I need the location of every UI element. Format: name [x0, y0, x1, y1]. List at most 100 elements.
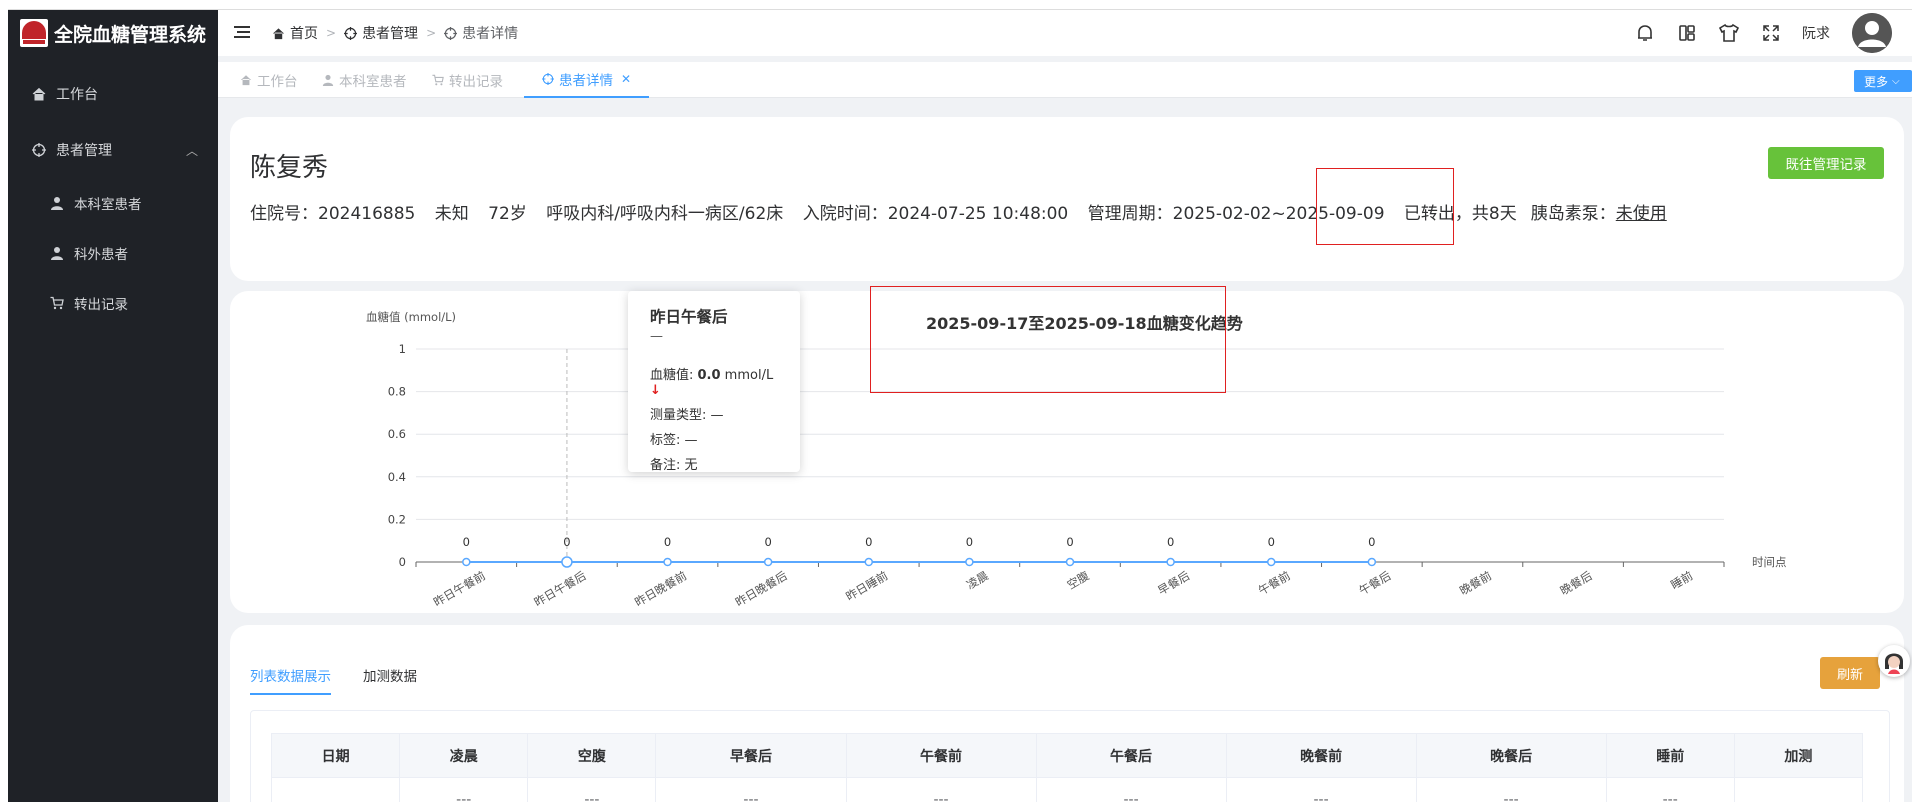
sidebar-item-department-patients[interactable]: 本科室患者	[8, 178, 218, 228]
gender: 未知	[434, 204, 469, 224]
refresh-button[interactable]: 刷新	[1820, 657, 1880, 689]
column-header[interactable]: 空腹	[527, 733, 657, 778]
tab-list-data[interactable]: 列表数据展示	[250, 665, 331, 695]
tab-transfer-records[interactable]: 转出记录	[432, 62, 503, 98]
data-point	[763, 557, 773, 567]
username[interactable]: 阮求	[1802, 23, 1830, 43]
column-header[interactable]: 睡前	[1605, 733, 1735, 778]
tab-patient-detail[interactable]: 患者详情 ✕	[524, 62, 650, 98]
app-window: 全院血糖管理系统 工作台 患者管理 ︿ 本科室患者 科外患者 转出记录 首页 >…	[8, 10, 1912, 802]
data-label: 0	[865, 535, 872, 549]
column-header[interactable]: 晚餐后	[1415, 733, 1607, 778]
column-header[interactable]: 午餐前	[845, 733, 1037, 778]
column-header[interactable]: 凌晨	[399, 733, 529, 778]
column-header[interactable]: 日期	[270, 733, 401, 778]
avatar[interactable]	[1852, 13, 1892, 53]
x-tick-label: 昨日午餐前	[431, 568, 488, 609]
data-point	[1367, 557, 1377, 567]
tab-department-patients[interactable]: 本科室患者	[322, 62, 407, 98]
table-cell: ---	[845, 777, 1037, 802]
data-label: 0	[1167, 535, 1174, 549]
patient-details: 住院号：202416885 未知 72岁 呼吸内科/呼吸内科一病区/62床 入院…	[250, 199, 1681, 224]
x-tick-label: 昨日睡前	[843, 568, 890, 603]
data-point	[663, 557, 672, 567]
chevron-down-icon: ⌵	[1892, 75, 1900, 87]
header-actions: 阮求	[1614, 10, 1892, 56]
table-cell: ---	[399, 777, 529, 802]
y-tick-label: 0.4	[388, 470, 406, 484]
layout-icon[interactable]	[1676, 22, 1698, 44]
column-header[interactable]: 加测	[1733, 733, 1864, 778]
user-avatar-icon	[1852, 13, 1892, 53]
bell-icon[interactable]	[1634, 22, 1656, 44]
sidebar-item-transfer-records[interactable]: 转出记录	[8, 278, 218, 328]
table-row[interactable]: --- --- --- --- --- --- --- ---	[270, 777, 1864, 802]
sidebar-item-label: 科外患者	[74, 247, 128, 263]
data-point	[1166, 557, 1175, 567]
sidebar-item-workbench[interactable]: 工作台	[8, 66, 218, 122]
breadcrumb-label: 患者管理	[362, 26, 419, 42]
data-point	[965, 557, 974, 567]
browser-strip	[0, 0, 1912, 10]
x-tick-label: 早餐后	[1155, 568, 1192, 597]
crosshair-icon	[32, 143, 46, 157]
age: 72岁	[488, 204, 527, 224]
table-cell: ---	[527, 777, 657, 802]
sidebar-item-patient-management[interactable]: 患者管理 ︿	[8, 122, 218, 178]
cart-icon	[432, 74, 444, 86]
more-label: 更多	[1864, 74, 1889, 89]
chevron-up-icon: ︿	[185, 143, 198, 158]
table-cell	[270, 777, 401, 802]
brand: 全院血糖管理系统	[8, 10, 218, 56]
data-point	[561, 556, 573, 568]
y-axis-label: 血糖值 (mmol/L)	[366, 310, 456, 324]
patient-name: 陈复秀	[250, 153, 329, 183]
column-header[interactable]: 早餐后	[655, 733, 847, 778]
sidebar-item-label: 转出记录	[74, 297, 128, 313]
tab-workbench[interactable]: 工作台	[240, 62, 298, 98]
tab-label: 转出记录	[449, 74, 503, 90]
tooltip-glucose-label: 血糖值:	[650, 368, 698, 383]
tab-label: 患者详情	[559, 73, 613, 89]
history-records-button[interactable]: 既往管理记录	[1768, 147, 1884, 179]
menu-toggle-icon[interactable]	[234, 26, 252, 40]
insulin-pump-value[interactable]: 未使用	[1616, 204, 1667, 224]
home-icon	[240, 75, 252, 86]
sidebar-item-external-patients[interactable]: 科外患者	[8, 228, 218, 278]
breadcrumb-patient-management[interactable]: 患者管理	[344, 23, 418, 43]
x-tick-label: 空腹	[1065, 568, 1092, 592]
ward: 呼吸内科/呼吸内科一病区/62床	[546, 204, 784, 224]
data-label: 0	[1066, 535, 1073, 549]
tooltip-title: 昨日午餐后	[650, 308, 728, 326]
x-tick-label: 晚餐后	[1558, 568, 1595, 597]
x-tick-label: 凌晨	[964, 568, 991, 592]
tab-extra-data[interactable]: 加测数据	[363, 665, 417, 695]
data-list-card: 列表数据展示 加测数据 刷新 日期 凌晨 空腹 早餐后 午餐前 午餐后 晚餐前	[230, 625, 1910, 802]
user-icon	[51, 247, 63, 260]
y-tick-label: 0.6	[388, 427, 406, 441]
support-avatar-icon[interactable]	[1878, 645, 1910, 677]
table-header-row: 日期 凌晨 空腹 早餐后 午餐前 午餐后 晚餐前 晚餐后 睡前 加测	[270, 733, 1864, 778]
close-icon[interactable]: ✕	[621, 72, 631, 86]
sidebar-item-label: 本科室患者	[74, 197, 142, 213]
x-tick-label: 昨日午餐后	[532, 568, 589, 609]
home-icon	[272, 27, 285, 39]
sidebar-item-label: 患者管理	[56, 143, 112, 159]
cart-icon	[50, 296, 64, 310]
column-header[interactable]: 晚餐前	[1225, 733, 1417, 778]
theme-shirt-icon[interactable]	[1718, 22, 1740, 44]
x-tick-label: 昨日晚餐后	[733, 568, 790, 609]
tab-bar: 工作台 本科室患者 转出记录 患者详情 ✕ 更多 ⌵	[218, 62, 1912, 98]
data-point	[462, 557, 471, 567]
column-header[interactable]: 午餐后	[1035, 733, 1227, 778]
data-point	[1266, 557, 1276, 567]
breadcrumb-home[interactable]: 首页	[272, 23, 318, 43]
x-tick-label: 睡前	[1668, 568, 1695, 592]
data-label: 0	[1368, 535, 1375, 549]
highlight-box	[870, 286, 1226, 393]
fullscreen-icon[interactable]	[1760, 22, 1782, 44]
table-cell: ---	[655, 777, 847, 802]
more-button[interactable]: 更多 ⌵	[1854, 70, 1912, 92]
sidebar: 全院血糖管理系统 工作台 患者管理 ︿ 本科室患者 科外患者 转出记录	[8, 10, 218, 802]
top-bar: 首页 > 患者管理 > 患者详情 阮求	[218, 10, 1912, 56]
